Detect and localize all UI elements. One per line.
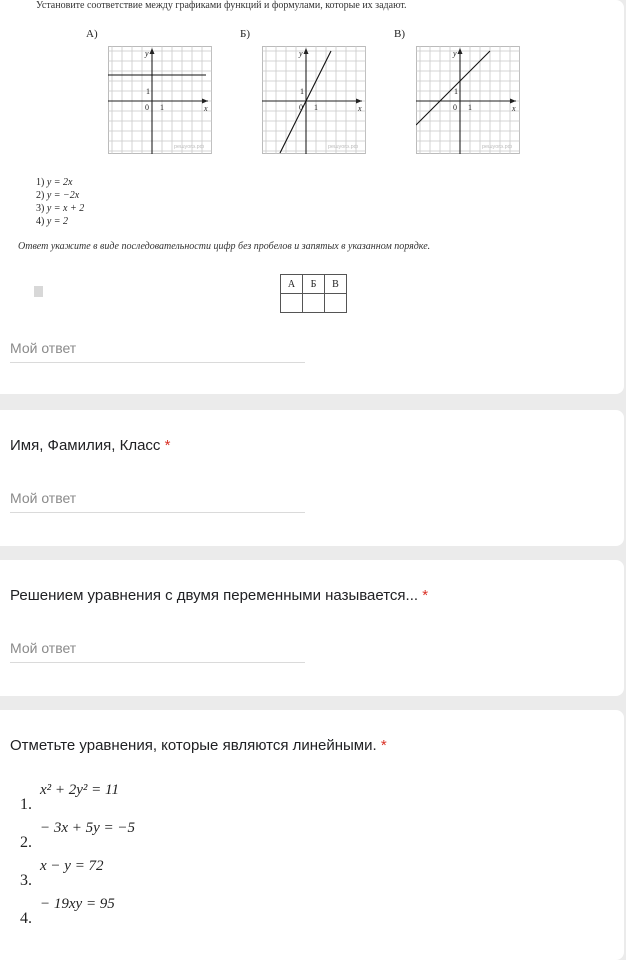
table-header-b: Б	[302, 274, 325, 294]
equation-item-3: 3. x − y = 72	[20, 858, 104, 889]
required-asterisk: *	[422, 587, 429, 604]
graph-label-a: А)	[86, 28, 98, 40]
x-unit-label: 1	[314, 103, 318, 112]
watermark: решуогэ.рф	[328, 144, 359, 150]
answer-table: А Б В	[280, 274, 347, 313]
answer-input-definition[interactable]: Мой ответ	[10, 640, 305, 663]
table-cell	[280, 293, 303, 313]
x-unit-label: 1	[468, 103, 472, 112]
formula-item: 3) y = x + 2	[36, 203, 85, 214]
answer-hint: Ответ укажите в виде последовательности …	[18, 241, 431, 252]
equation-item-2: 2. − 3x + 5y = −5	[20, 820, 136, 851]
table-header-v: В	[324, 274, 347, 294]
graph-v: y x 0 1 1 решуогэ.рф	[416, 46, 520, 154]
x-axis-label: x	[203, 104, 208, 113]
question-title: Отметьте уравнения, которые являются лин…	[10, 737, 387, 754]
x-axis-label: x	[511, 104, 516, 113]
question-title: Имя, Фамилия, Класс *	[10, 437, 171, 454]
watermark: решуогэ.рф	[482, 144, 513, 150]
y-axis-label: y	[144, 49, 149, 58]
question-card-linear: Отметьте уравнения, которые являются лин…	[0, 710, 624, 960]
question-card-name: Имя, Фамилия, Класс * Мой ответ	[0, 410, 624, 546]
graph-a: y x 0 1 1 решуогэ.рф	[108, 46, 212, 154]
x-unit-label: 1	[160, 103, 164, 112]
question-card-definition: Решением уравнения с двумя переменными н…	[0, 560, 624, 696]
table-header-a: А	[280, 274, 303, 294]
formula-item: 4) y = 2	[36, 216, 69, 227]
question-title: Решением уравнения с двумя переменными н…	[10, 587, 429, 604]
formula-list: 1) y = 2x 2) y = −2x 3) y = x + 2 4) y =…	[36, 176, 84, 228]
y-axis-label: y	[452, 49, 457, 58]
graph-label-v: В)	[394, 28, 405, 40]
required-asterisk: *	[164, 437, 171, 454]
formula-item: 1) y = 2x	[36, 177, 73, 188]
answer-input-name[interactable]: Мой ответ	[10, 490, 305, 513]
table-cell	[302, 293, 325, 313]
y-axis-label: y	[298, 49, 303, 58]
required-asterisk: *	[380, 737, 387, 754]
y-unit-label: 1	[454, 87, 458, 96]
equation-item-1: 1. x² + 2y² = 11	[20, 782, 119, 813]
y-unit-label: 1	[300, 87, 304, 96]
table-cell	[324, 293, 347, 313]
x-axis-label: x	[357, 104, 362, 113]
task-instruction: Установите соответствие между графиками …	[36, 0, 407, 11]
graph-label-b: Б)	[240, 28, 250, 40]
y-unit-label: 1	[146, 87, 150, 96]
answer-input-q1[interactable]: Мой ответ	[10, 340, 305, 363]
watermark: решуогэ.рф	[174, 144, 205, 150]
equation-item-4: 4. − 19xy = 95	[20, 896, 115, 927]
origin-label: 0	[145, 103, 149, 112]
question-card-matching: Установите соответствие между графиками …	[0, 0, 624, 394]
bookmark-icon	[34, 286, 43, 297]
graph-b: yx0 11решуогэ.рф	[262, 46, 366, 154]
formula-item: 2) y = −2x	[36, 190, 80, 201]
origin-label: 0	[453, 103, 457, 112]
